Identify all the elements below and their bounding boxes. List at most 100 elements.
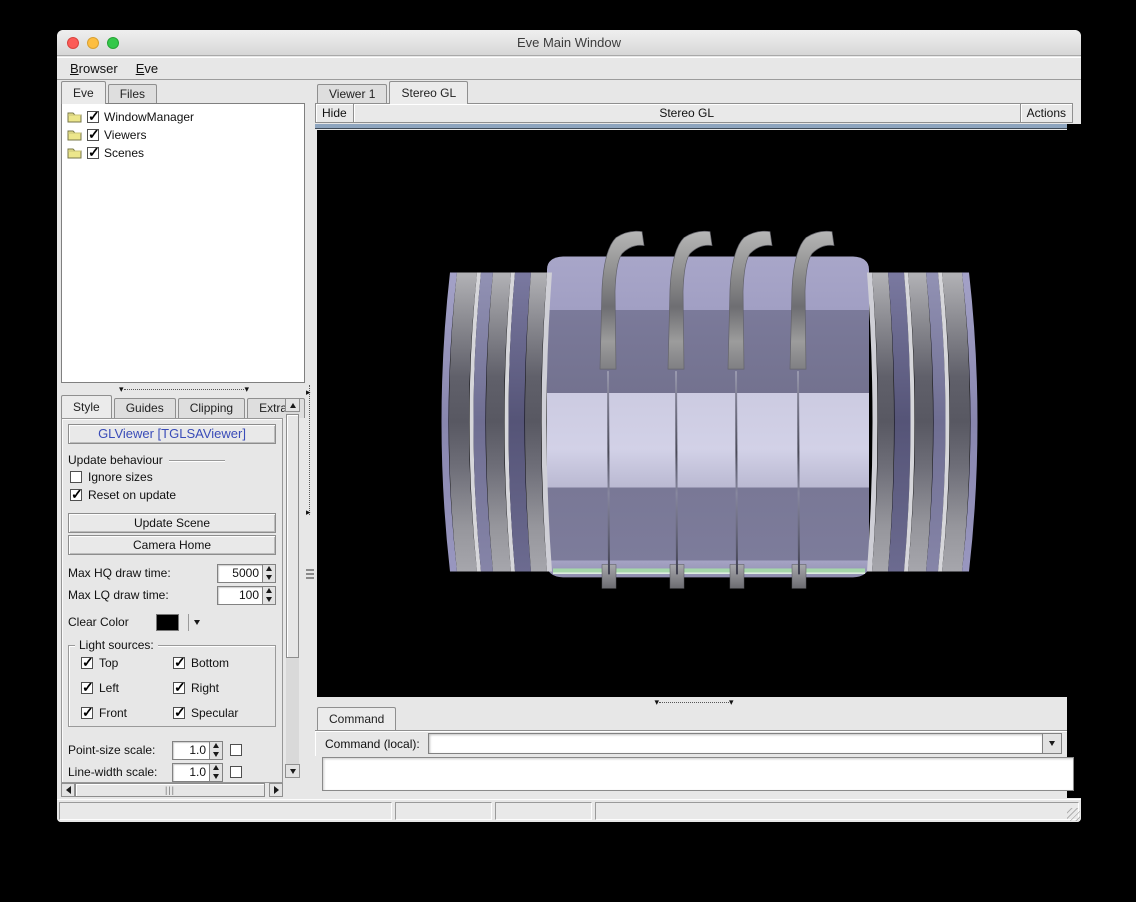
point-size-row: Point-size scale: 1.0: [68, 739, 276, 761]
left-tab-bar: Eve Files: [61, 81, 159, 104]
tab-style[interactable]: Style: [61, 395, 112, 418]
section-label: Update behaviour: [68, 453, 163, 467]
ignore-sizes-option[interactable]: Ignore sizes: [68, 468, 276, 486]
tree-item-viewers[interactable]: Viewers: [64, 126, 302, 144]
gl-command-splitter[interactable]: ▾ ▾: [315, 698, 1073, 707]
tab-clipping[interactable]: Clipping: [178, 398, 245, 418]
tab-command[interactable]: Command: [317, 707, 396, 730]
light-specular-checkbox[interactable]: [173, 707, 185, 719]
light-right-checkbox[interactable]: [173, 682, 185, 694]
gl-viewport[interactable]: [317, 130, 1074, 697]
line-width-spinner[interactable]: 1.0: [172, 763, 223, 782]
scroll-left-icon[interactable]: [61, 783, 75, 797]
update-behaviour-section: Update behaviour: [68, 452, 276, 468]
spin-down-icon[interactable]: [263, 595, 275, 604]
point-size-spinner[interactable]: 1.0: [172, 741, 223, 760]
line-width-checkbox[interactable]: [230, 766, 242, 778]
style-vertical-scrollbar[interactable]: [285, 398, 300, 778]
spin-down-icon[interactable]: [210, 750, 222, 759]
folder-icon: [67, 147, 82, 159]
command-tab-bar: Command: [317, 707, 398, 730]
light-sources-group: Light sources: Top Bottom Left Right Fro…: [68, 645, 276, 727]
status-cell: [595, 802, 1079, 820]
tree-item-windowmanager[interactable]: WindowManager: [64, 108, 302, 126]
light-right-option[interactable]: Right: [171, 679, 275, 697]
vertical-splitter[interactable]: ▸ ▸: [305, 81, 315, 797]
glviewer-button[interactable]: GLViewer [TGLSAViewer]: [68, 424, 276, 444]
command-combobox[interactable]: [428, 733, 1062, 754]
left-endcap-rings: [442, 272, 553, 571]
max-lq-row: Max LQ draw time: 100: [68, 584, 276, 606]
camera-home-button[interactable]: Camera Home: [68, 535, 276, 555]
light-left-checkbox[interactable]: [81, 682, 93, 694]
scene-tree: WindowManager Viewers Scenes: [61, 103, 305, 383]
clear-color-swatch[interactable]: [156, 614, 179, 631]
tab-eve[interactable]: Eve: [61, 81, 106, 104]
max-hq-label: Max HQ draw time:: [68, 566, 217, 580]
style-horizontal-scrollbar[interactable]: |||: [61, 783, 283, 797]
light-specular-option[interactable]: Specular: [171, 704, 275, 722]
tab-files[interactable]: Files: [108, 84, 157, 104]
tree-checkbox[interactable]: [87, 147, 99, 159]
light-top-checkbox[interactable]: [81, 657, 93, 669]
scroll-down-icon[interactable]: [285, 764, 300, 778]
color-dropdown-icon[interactable]: [194, 620, 200, 625]
scroll-right-icon[interactable]: [269, 783, 283, 797]
scrollbar-thumb[interactable]: [286, 414, 299, 658]
hide-button[interactable]: Hide: [316, 104, 353, 122]
light-front-option[interactable]: Front: [79, 704, 171, 722]
command-input[interactable]: [428, 733, 1043, 754]
spin-down-icon[interactable]: [210, 772, 222, 781]
light-left-option[interactable]: Left: [79, 679, 171, 697]
status-cell: [395, 802, 492, 820]
viewer-tab-bar: Viewer 1 Stereo GL: [317, 81, 470, 104]
tree-checkbox[interactable]: [87, 111, 99, 123]
tree-checkbox[interactable]: [87, 129, 99, 141]
max-hq-spinner[interactable]: 5000: [217, 564, 276, 583]
spin-up-icon[interactable]: [263, 587, 275, 596]
max-hq-row: Max HQ draw time: 5000: [68, 562, 276, 584]
folder-icon: [67, 129, 82, 141]
titlebar[interactable]: Eve Main Window: [57, 30, 1081, 56]
tree-item-scenes[interactable]: Scenes: [64, 144, 302, 162]
command-output[interactable]: [322, 757, 1074, 791]
menu-eve[interactable]: Eve: [127, 58, 167, 79]
splitter-grip[interactable]: [306, 569, 314, 579]
point-size-label: Point-size scale:: [68, 743, 172, 757]
status-bar: [57, 799, 1081, 822]
point-size-checkbox[interactable]: [230, 744, 242, 756]
tree-item-label: Viewers: [104, 128, 146, 142]
left-horizontal-splitter[interactable]: ▾ ▾: [119, 385, 249, 394]
light-bottom-option[interactable]: Bottom: [171, 654, 275, 672]
scroll-up-icon[interactable]: [285, 398, 300, 412]
spin-up-icon[interactable]: [210, 742, 222, 751]
viewer-title[interactable]: Stereo GL: [353, 104, 1021, 122]
menu-browser[interactable]: Browser: [61, 58, 127, 79]
light-bottom-checkbox[interactable]: [173, 657, 185, 669]
tab-guides[interactable]: Guides: [114, 398, 176, 418]
eve-main-window: Eve Main Window Browser Eve Eve Files Wi…: [57, 30, 1081, 822]
window-title: Eve Main Window: [57, 30, 1081, 56]
spin-up-icon[interactable]: [210, 764, 222, 773]
tab-stereo-gl[interactable]: Stereo GL: [389, 81, 468, 104]
status-cell: [495, 802, 592, 820]
light-front-checkbox[interactable]: [81, 707, 93, 719]
tab-viewer-1[interactable]: Viewer 1: [317, 84, 387, 104]
combo-dropdown-button[interactable]: [1043, 733, 1062, 754]
spin-down-icon[interactable]: [263, 573, 275, 582]
spin-up-icon[interactable]: [263, 565, 275, 574]
light-top-option[interactable]: Top: [79, 654, 171, 672]
reset-on-update-checkbox[interactable]: [70, 489, 82, 501]
chevron-down-icon: ▾: [729, 698, 734, 707]
selected-frame-strip: [315, 124, 1073, 129]
max-lq-spinner[interactable]: 100: [217, 586, 276, 605]
ignore-sizes-checkbox[interactable]: [70, 471, 82, 483]
resize-grip[interactable]: [1067, 808, 1080, 821]
actions-button[interactable]: Actions: [1021, 104, 1072, 122]
scrollbar-thumb[interactable]: |||: [75, 783, 265, 797]
update-scene-button[interactable]: Update Scene: [68, 513, 276, 533]
clear-color-label: Clear Color: [68, 615, 152, 629]
clear-color-row: Clear Color: [68, 611, 276, 633]
reset-on-update-option[interactable]: Reset on update: [68, 486, 276, 504]
command-panel: Command (local):: [315, 730, 1067, 756]
